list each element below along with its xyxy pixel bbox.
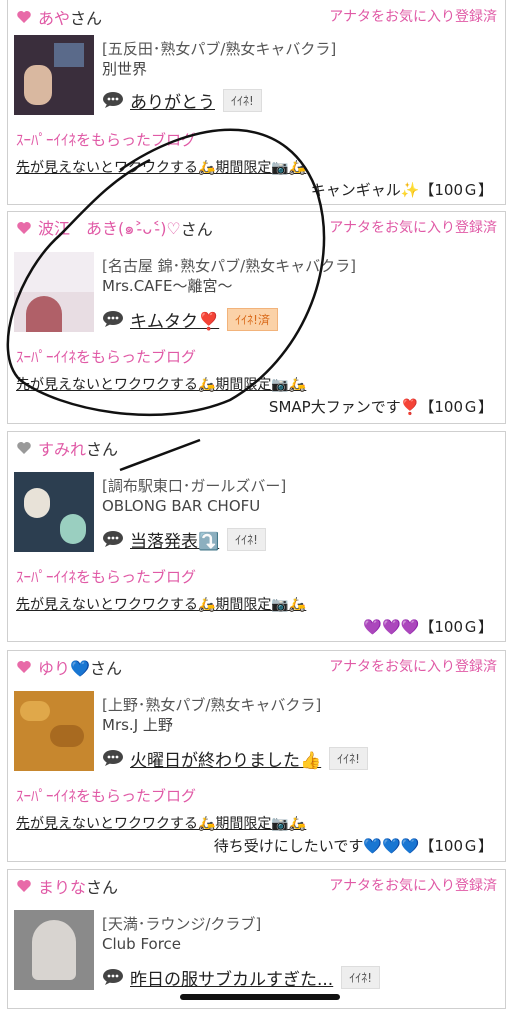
user-name[interactable]: あや: [38, 5, 70, 29]
shop-name[interactable]: 別世界: [102, 59, 147, 79]
shop-name[interactable]: OBLONG BAR CHOFU: [102, 496, 260, 516]
blog-link[interactable]: 先が見えないとワクワクする🛵期間限定📷🛵: [16, 594, 306, 614]
shop-category: [名古屋 錦･熟女パブ/熟女キャバクラ]: [102, 257, 357, 275]
san-suffix: さん: [180, 220, 213, 239]
speech-bubble-icon: [103, 969, 123, 985]
user-name[interactable]: すみれ: [38, 436, 86, 460]
card-header: ゆり💙 さん: [16, 651, 122, 683]
thumbnail-image[interactable]: [14, 691, 94, 771]
favorite-status: アナタをお気に入り登録済: [329, 659, 497, 675]
post-title-link[interactable]: キムタク❣️: [130, 307, 219, 332]
san-suffix: さん: [86, 878, 119, 897]
san-suffix: さん: [70, 9, 103, 28]
shop-category: [五反田･熟女パブ/熟女キャバクラ]: [102, 40, 337, 58]
super-iine-label: ｽｰﾊﾟｰｲｲﾈをもらったブログ: [16, 568, 197, 586]
super-iine-label: ｽｰﾊﾟｰｲｲﾈをもらったブログ: [16, 131, 197, 149]
thumbnail-image[interactable]: [14, 252, 94, 332]
shop-category: [調布駅東口･ガールズバー]: [102, 477, 287, 495]
post-row: 昨日の服サブカルすぎた... ｲｲﾈ!: [102, 964, 381, 990]
heart-icon: [17, 661, 31, 673]
speech-bubble-icon: [103, 311, 123, 327]
card-header: すみれ さん: [16, 432, 118, 464]
shop-name[interactable]: Mrs.CAFE～離宮～: [102, 276, 233, 296]
iine-button[interactable]: ｲｲﾈ!: [227, 527, 266, 551]
thumbnail-image[interactable]: [14, 910, 94, 990]
blog-link[interactable]: 先が見えないとワクワクする🛵期間限定📷🛵: [16, 157, 306, 177]
super-iine-label: ｽｰﾊﾟｰｲｲﾈをもらったブログ: [16, 787, 197, 805]
iine-done-button[interactable]: ｲｲﾈ!済: [227, 307, 278, 331]
favorite-status: アナタをお気に入り登録済: [329, 220, 497, 236]
card-header: あや さん: [16, 1, 102, 33]
post-row: 火曜日が終わりました👍 ｲｲﾈ!: [102, 745, 368, 771]
post-title-link[interactable]: ありがとう: [130, 88, 215, 113]
post-title-link[interactable]: 昨日の服サブカルすぎた...: [130, 965, 333, 990]
shop-name[interactable]: Club Force: [102, 934, 181, 954]
heart-icon: [17, 11, 31, 23]
post-card: まりな さん アナタをお気に入り登録済 [天満･ラウンジ/クラブ] Club Fo…: [7, 869, 506, 1009]
iine-button[interactable]: ｲｲﾈ!: [341, 965, 381, 989]
post-row: 当落発表⤵️ ｲｲﾈ!: [102, 526, 266, 552]
thumbnail-image[interactable]: [14, 35, 94, 115]
post-card: ゆり💙 さん アナタをお気に入り登録済 [上野･熟女パブ/熟女キャバクラ] Mrs…: [7, 650, 506, 862]
home-indicator: [180, 994, 340, 1000]
blog-link[interactable]: 先が見えないとワクワクする🛵期間限定📷🛵: [16, 374, 306, 394]
heart-icon: [17, 880, 31, 892]
user-name[interactable]: ゆり💙: [38, 655, 90, 679]
shop-category: [天満･ラウンジ/クラブ]: [102, 915, 262, 933]
iine-button[interactable]: ｲｲﾈ!: [329, 746, 368, 770]
favorite-status: アナタをお気に入り登録済: [329, 9, 497, 25]
post-title-link[interactable]: 当落発表⤵️: [130, 527, 219, 552]
heart-icon: [17, 442, 31, 454]
card-header: まりな さん: [16, 870, 118, 902]
card-header: 波江 あき(๑˃̵ᴗ˂̵)♡ さん: [16, 212, 213, 244]
user-name[interactable]: 波江 あき(๑˃̵ᴗ˂̵)♡: [38, 215, 181, 242]
post-row: キムタク❣️ ｲｲﾈ!済: [102, 306, 278, 332]
post-row: ありがとう ｲｲﾈ!: [102, 87, 262, 113]
post-card: 波江 あき(๑˃̵ᴗ˂̵)♡ さん アナタをお気に入り登録済 [名古屋 錦･熟女パ…: [7, 211, 506, 424]
blog-link[interactable]: 先が見えないとワクワクする🛵期間限定📷🛵: [16, 813, 306, 833]
speech-bubble-icon: [103, 531, 123, 547]
post-title-link[interactable]: 火曜日が終わりました👍: [130, 746, 321, 771]
speech-bubble-icon: [103, 92, 123, 108]
san-suffix: さん: [89, 659, 122, 678]
post-card: すみれ さん [調布駅東口･ガールズバー] OBLONG BAR CHOFU 当落…: [7, 431, 506, 642]
favorite-status: アナタをお気に入り登録済: [329, 878, 497, 894]
shop-category: [上野･熟女パブ/熟女キャバクラ]: [102, 696, 322, 714]
gift-comment: SMAP大ファンです❣️【100Ｇ】: [268, 398, 493, 416]
shop-name[interactable]: Mrs.J 上野: [102, 715, 173, 735]
gift-comment: 待ち受けにしたいです💙💙💙【100Ｇ】: [213, 837, 493, 855]
gift-comment: 💜💜💜【100Ｇ】: [363, 618, 493, 636]
gift-comment: キャンギャル✨【100Ｇ】: [310, 181, 493, 199]
iine-button[interactable]: ｲｲﾈ!: [223, 88, 262, 112]
post-card: あや さん アナタをお気に入り登録済 [五反田･熟女パブ/熟女キャバクラ] 別世界…: [7, 0, 506, 205]
san-suffix: さん: [86, 440, 119, 459]
speech-bubble-icon: [103, 750, 123, 766]
user-name[interactable]: まりな: [38, 874, 86, 898]
heart-icon: [17, 222, 31, 234]
thumbnail-image[interactable]: [14, 472, 94, 552]
super-iine-label: ｽｰﾊﾟｰｲｲﾈをもらったブログ: [16, 348, 197, 366]
